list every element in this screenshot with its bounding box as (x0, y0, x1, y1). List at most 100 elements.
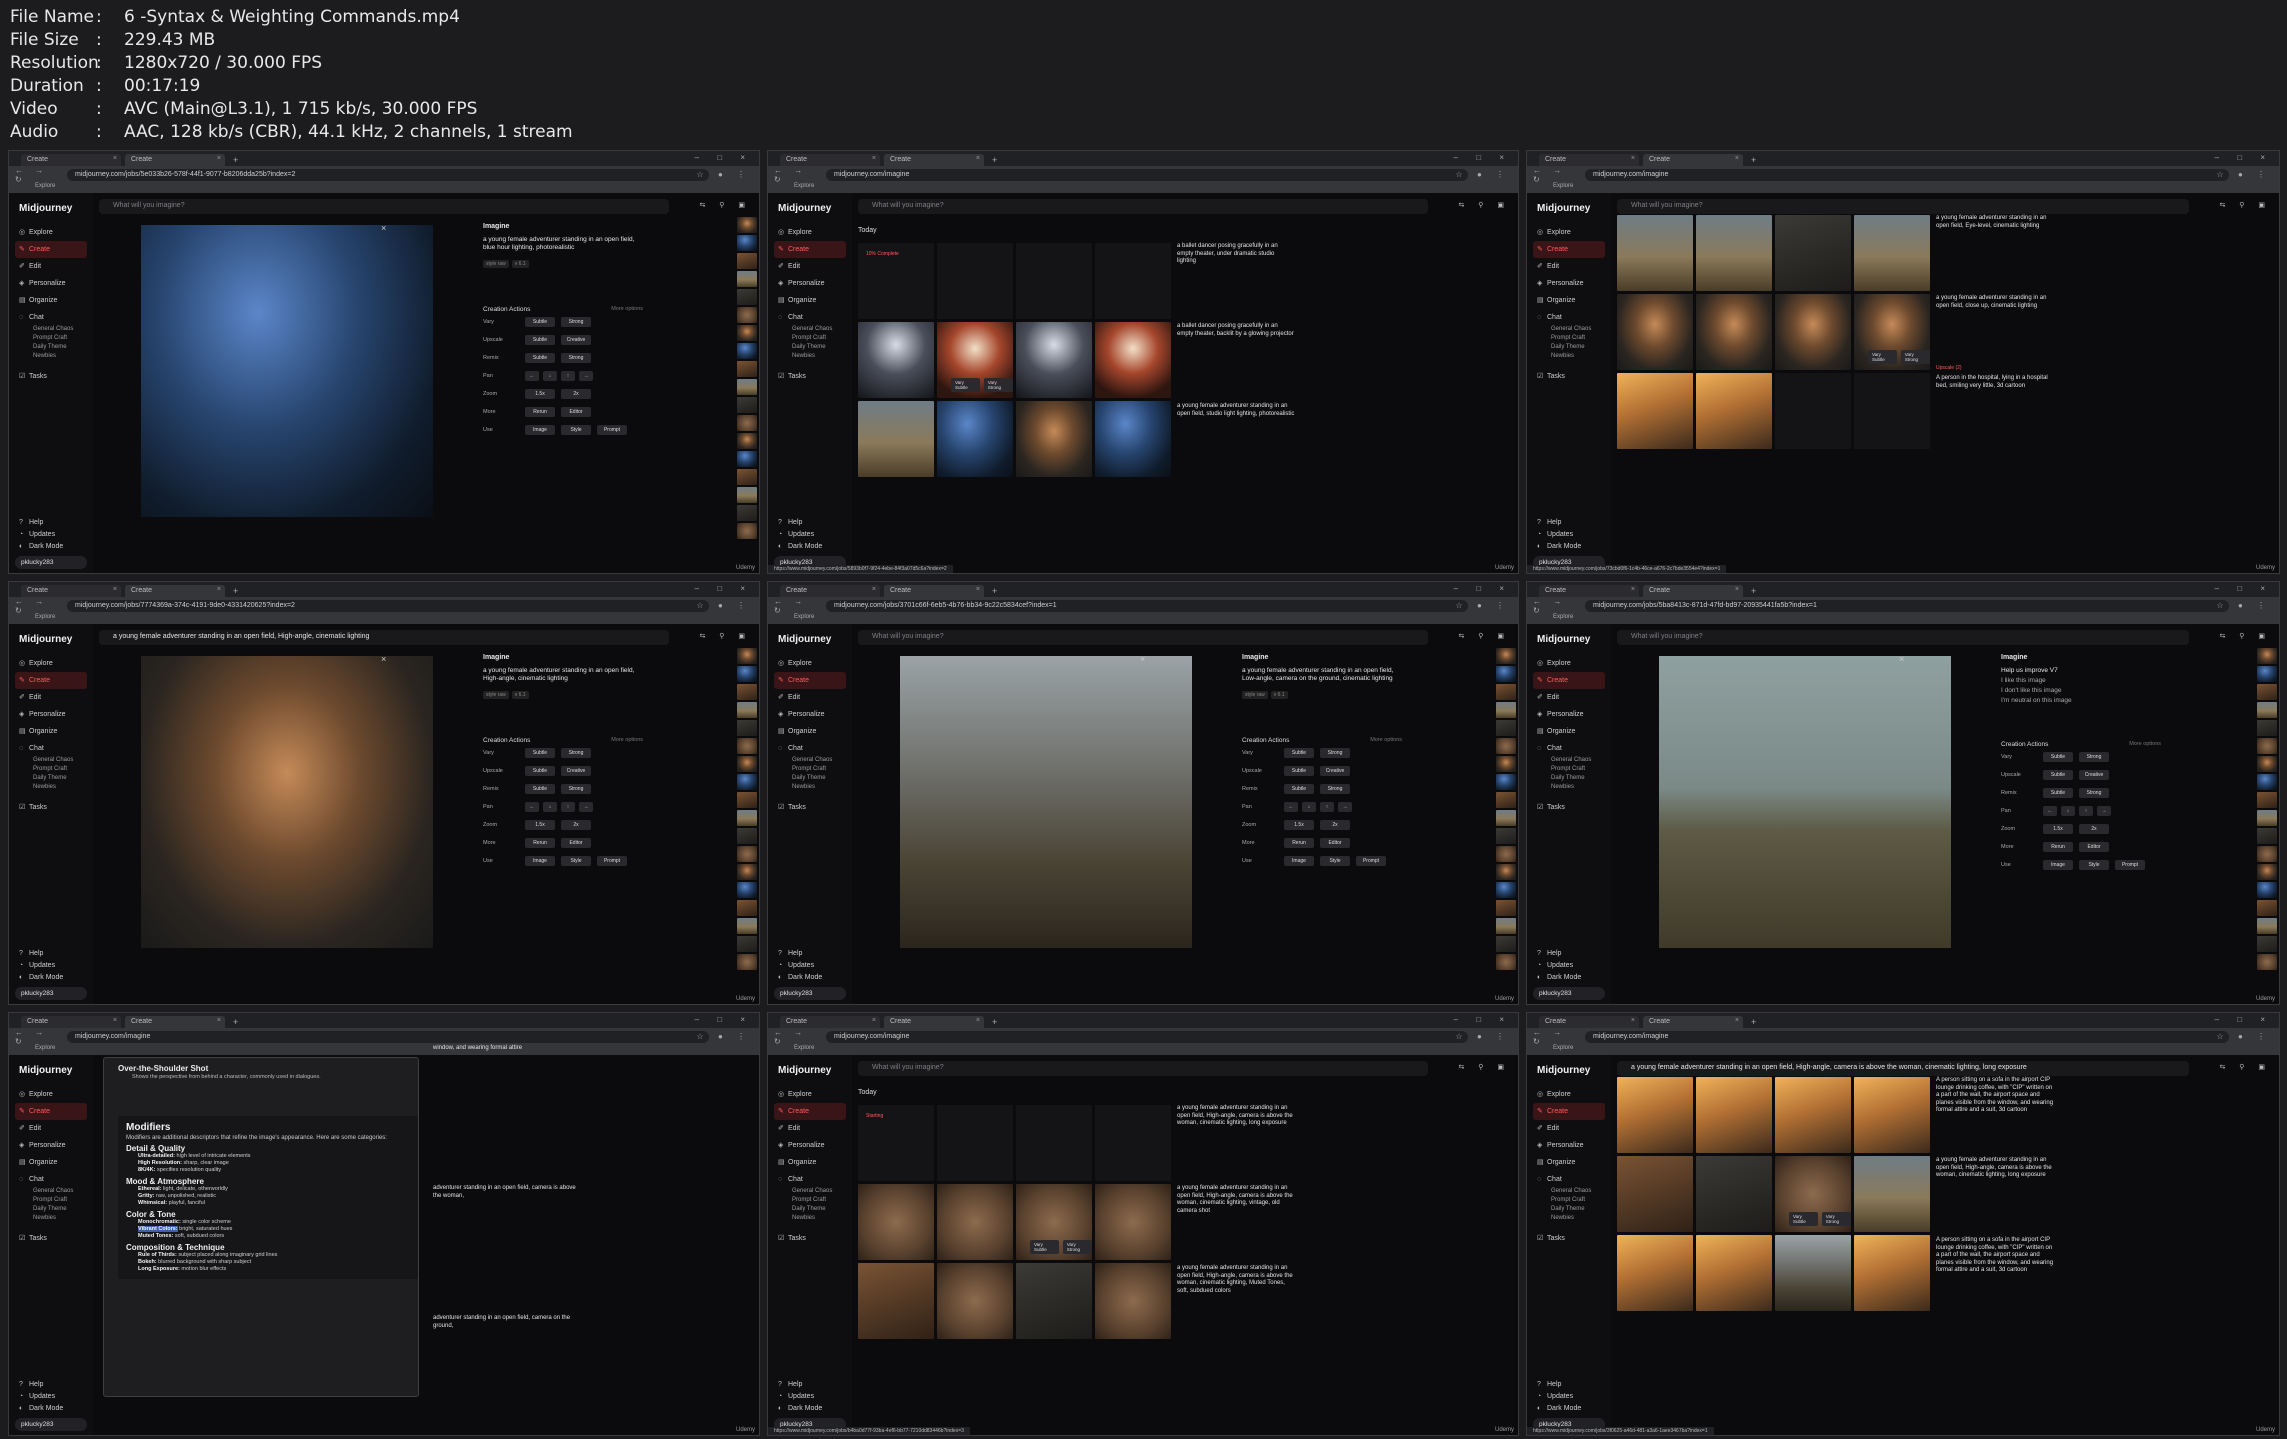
close-icon[interactable]: × (1140, 654, 1145, 664)
sidebar-item-chat[interactable]: ◌ Chat (774, 740, 846, 757)
address-icons[interactable]: ☆ ● ⋮ (2217, 170, 2271, 179)
action-button[interactable]: Subtle (1284, 784, 1314, 794)
thumbnail[interactable] (737, 666, 757, 682)
sidebar-item-dark-mode[interactable]: ◐ Dark Mode (1533, 540, 1605, 552)
sidebar-item-chat[interactable]: ◌ Chat (1533, 1171, 1605, 1188)
thumbnail[interactable] (1496, 918, 1516, 934)
feed-image[interactable] (1617, 373, 1693, 449)
action-button[interactable]: Rerun (525, 407, 555, 417)
action-button[interactable]: ↑ (2079, 806, 2093, 816)
feed-image[interactable] (1095, 401, 1171, 477)
more-options-link[interactable]: More options (611, 306, 643, 313)
midjourney-logo[interactable]: Midjourney (19, 1065, 87, 1076)
thumbnail[interactable] (737, 954, 757, 970)
feed-image[interactable] (1854, 1077, 1930, 1153)
generated-image[interactable] (141, 656, 433, 948)
nav-buttons[interactable]: ← → ↻ (15, 166, 67, 184)
thumbnail[interactable] (2257, 828, 2277, 844)
feed-image[interactable] (858, 1263, 934, 1339)
sidebar-item-tasks[interactable]: ☑ Tasks (774, 368, 846, 385)
prompt-input[interactable]: What will you imagine? (858, 1061, 1428, 1076)
thumbnail[interactable] (2257, 846, 2277, 862)
new-tab-icon[interactable]: + (1751, 585, 1756, 597)
feed-image[interactable] (1016, 1263, 1092, 1339)
sidebar-item-create[interactable]: ✎ Create (15, 672, 87, 689)
thumbnail[interactable] (737, 702, 757, 718)
chat-room-item[interactable]: Daily Theme (1533, 1206, 1605, 1215)
feed-image[interactable] (1696, 1077, 1772, 1153)
sidebar-item-explore[interactable]: ◎ Explore (15, 1086, 87, 1103)
thumbnail[interactable] (2257, 648, 2277, 664)
feed-image[interactable] (1696, 215, 1772, 291)
thumbnail[interactable] (2257, 684, 2277, 700)
new-tab-icon[interactable]: + (233, 154, 238, 166)
sidebar-item-updates[interactable]: ◔ Updates (774, 1390, 846, 1402)
sidebar-item-explore[interactable]: ◎ Explore (15, 655, 87, 672)
chat-room-item[interactable]: Prompt Craft (774, 766, 846, 775)
action-button[interactable]: Strong (561, 784, 591, 794)
close-icon[interactable]: × (1899, 654, 1904, 664)
bookmark-explore[interactable]: Explore (768, 614, 1518, 624)
prompt-tool-icons[interactable]: ⇆ ⚲ ▣ (700, 201, 752, 209)
thumbnail[interactable] (2257, 756, 2277, 772)
chat-room-item[interactable]: Daily Theme (15, 344, 87, 353)
sidebar-item-organize[interactable]: ▤ Organize (1533, 723, 1605, 740)
thumbnail[interactable] (2257, 720, 2277, 736)
feed-image[interactable] (858, 401, 934, 477)
feed-image[interactable] (1854, 215, 1930, 291)
action-button[interactable]: → (1338, 802, 1352, 812)
action-button[interactable]: Subtle (1284, 748, 1314, 758)
action-button[interactable]: Subtle (525, 748, 555, 758)
action-button[interactable]: Editor (1320, 838, 1350, 848)
sidebar-item-explore[interactable]: ◎ Explore (1533, 224, 1605, 241)
action-button[interactable]: ← (2043, 806, 2057, 816)
browser-tab[interactable]: Create × (1539, 1016, 1639, 1028)
sidebar-item-chat[interactable]: ◌ Chat (15, 309, 87, 326)
nav-buttons[interactable]: ← → ↻ (774, 1028, 826, 1046)
new-tab-icon[interactable]: + (233, 585, 238, 597)
thumbnail[interactable] (2257, 792, 2277, 808)
feed-image[interactable] (1696, 1235, 1772, 1311)
close-icon[interactable]: × (381, 654, 386, 664)
browser-tab[interactable]: Create × (780, 585, 880, 597)
thumbnail[interactable] (737, 487, 757, 503)
chat-room-item[interactable]: General Chaos (774, 1188, 846, 1197)
thumbnail[interactable] (737, 217, 757, 233)
help-popup-window[interactable]: Over-the-Shoulder Shot Shows the perspect… (103, 1057, 419, 1397)
feed-image[interactable] (858, 322, 934, 398)
action-button[interactable]: Subtle (2043, 752, 2073, 762)
sidebar-item-create[interactable]: ✎ Create (774, 241, 846, 258)
sidebar-item-tasks[interactable]: ☑ Tasks (15, 799, 87, 816)
chat-room-item[interactable]: Prompt Craft (15, 766, 87, 775)
nav-buttons[interactable]: ← → ↻ (15, 597, 67, 615)
thumbnail[interactable] (1496, 738, 1516, 754)
sidebar-item-edit[interactable]: ✐ Edit (774, 258, 846, 275)
thumbnail[interactable] (737, 505, 757, 521)
thumbnail[interactable] (2257, 936, 2277, 952)
prompt-input[interactable]: a young female adventurer standing in an… (1617, 1061, 2189, 1076)
sidebar-item-help[interactable]: ? Help (774, 1378, 846, 1390)
vary-button[interactable]: Vary Strong (1821, 1212, 1851, 1226)
url-field[interactable]: midjourney.com/imagine (67, 1030, 709, 1043)
action-button[interactable]: ↑ (561, 371, 575, 381)
feed-image[interactable] (1095, 1184, 1171, 1260)
tab-close-icon[interactable]: × (976, 1017, 980, 1024)
sidebar-item-chat[interactable]: ◌ Chat (774, 309, 846, 326)
thumbnail[interactable] (737, 846, 757, 862)
action-button[interactable]: ↑ (561, 802, 575, 812)
sidebar-item-explore[interactable]: ◎ Explore (1533, 1086, 1605, 1103)
action-button[interactable]: ↓ (2061, 806, 2075, 816)
sidebar-item-dark-mode[interactable]: ◐ Dark Mode (15, 1402, 87, 1414)
sidebar-item-tasks[interactable]: ☑ Tasks (774, 1230, 846, 1247)
chat-room-item[interactable]: Prompt Craft (774, 335, 846, 344)
chat-room-item[interactable]: General Chaos (774, 326, 846, 335)
thumbnail[interactable] (1496, 774, 1516, 790)
sidebar-item-create[interactable]: ✎ Create (1533, 241, 1605, 258)
action-button[interactable]: 1.5x (1284, 820, 1314, 830)
sidebar-item-organize[interactable]: ▤ Organize (1533, 1154, 1605, 1171)
tab-close-icon[interactable]: × (217, 155, 221, 162)
browser-tab-active[interactable]: Create × (125, 154, 225, 166)
new-tab-icon[interactable]: + (992, 1016, 997, 1028)
action-button[interactable]: Subtle (1284, 766, 1314, 776)
sidebar-item-personalize[interactable]: ◈ Personalize (1533, 706, 1605, 723)
